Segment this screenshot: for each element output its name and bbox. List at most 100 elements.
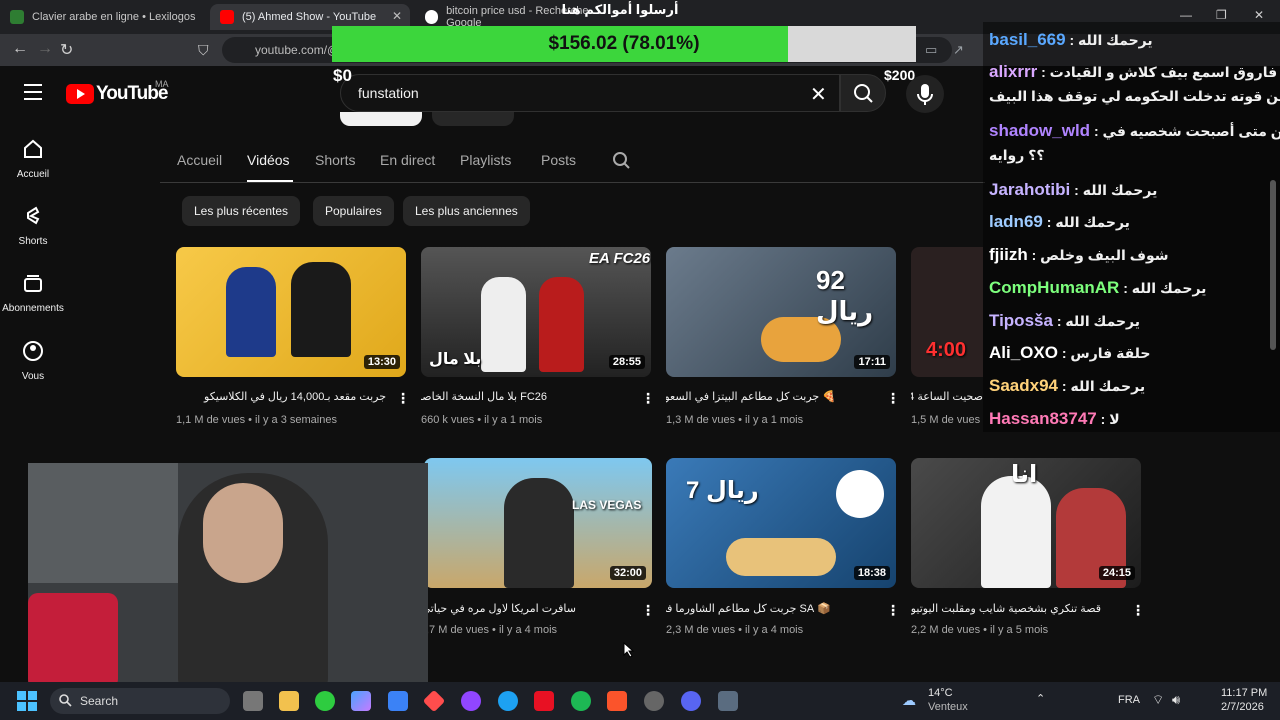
- more-options-icon[interactable]: ⋮: [886, 602, 900, 619]
- subscribe-button-edge[interactable]: [340, 112, 422, 126]
- nav-subscriptions[interactable]: Abonnements: [0, 272, 66, 314]
- chat-separator: :: [1090, 123, 1103, 139]
- video-title[interactable]: FC26 بلا مال النسخة الخاصة: [421, 390, 547, 403]
- minimize-icon[interactable]: —: [1180, 8, 1192, 22]
- more-options-icon[interactable]: ⋮: [641, 602, 655, 619]
- channel-search-icon[interactable]: [611, 150, 633, 172]
- chip-latest[interactable]: Les plus récentes: [182, 196, 301, 226]
- close-window-icon[interactable]: ✕: [1254, 8, 1264, 22]
- wps-icon[interactable]: [534, 691, 554, 711]
- video-thumbnail[interactable]: انا 24:15: [911, 458, 1141, 588]
- forward-icon[interactable]: →: [37, 40, 53, 58]
- video-thumbnail[interactable]: 4:00: [911, 247, 983, 377]
- video-title[interactable]: سافرت امريكا لاول مره في حياتي us: [424, 602, 576, 615]
- discord-icon[interactable]: [681, 691, 701, 711]
- maximize-icon[interactable]: ❐: [1216, 8, 1227, 22]
- youtube-logo[interactable]: YouTube: [66, 83, 168, 105]
- video-thumbnail[interactable]: 92 ريال 17:11: [666, 247, 896, 377]
- nav-label: Shorts: [18, 236, 48, 247]
- video-meta: 1,5 M de vues: [911, 414, 981, 426]
- video-title[interactable]: قصة تنكري بشخصية شايب ومقلبت اليوتيوبرز: [911, 602, 1101, 615]
- language-indicator[interactable]: FRA: [1118, 694, 1140, 706]
- clock-time[interactable]: 11:17 PM: [1221, 687, 1267, 699]
- share-icon[interactable]: ↗: [953, 42, 964, 58]
- chat-message: alixrrr : اسمع فاروق اسمع بيف كلاش و الق…: [989, 62, 1280, 82]
- obs-icon[interactable]: [644, 691, 664, 711]
- mama-noura-logo: [836, 470, 884, 518]
- chat-separator: :: [1070, 182, 1083, 198]
- chat-separator: :: [1037, 64, 1050, 80]
- video-thumbnail[interactable]: 13:30: [176, 247, 406, 377]
- tab-playlists[interactable]: Playlists: [460, 152, 511, 168]
- video-thumbnail[interactable]: EA FC26 بلا مال 28:55: [421, 247, 651, 377]
- weather-temp[interactable]: 14°C: [928, 687, 953, 699]
- video-thumbnail[interactable]: LAS VEGAS 32:00: [424, 458, 652, 588]
- green-app-icon[interactable]: [315, 691, 335, 711]
- spotify-icon[interactable]: [571, 691, 591, 711]
- search-button[interactable]: [840, 74, 886, 112]
- video-meta: ,7 M de vues • il y a 4 mois: [426, 624, 558, 636]
- nav-you[interactable]: Vous: [0, 340, 66, 382]
- tab-posts[interactable]: Posts: [541, 152, 576, 168]
- clock-date[interactable]: 2/7/2026: [1221, 701, 1264, 713]
- back-icon[interactable]: ←: [12, 40, 28, 58]
- cast-icon[interactable]: ▭: [925, 42, 937, 58]
- copilot-icon[interactable]: [351, 691, 371, 711]
- nav-shorts[interactable]: Shorts: [0, 205, 66, 247]
- more-options-icon[interactable]: ⋮: [1131, 602, 1145, 619]
- video-title[interactable]: 🍕 جربت كل مطاعم البيتزا في السعودية: [666, 390, 836, 403]
- edge-icon[interactable]: [498, 691, 518, 711]
- nav-home[interactable]: Accueil: [0, 138, 66, 180]
- join-button-edge[interactable]: [432, 112, 514, 126]
- video-title[interactable]: 📦 SA جربت كل مطاعم الشاورما في السعودية: [666, 602, 831, 615]
- taskbar-search[interactable]: Search: [50, 688, 230, 714]
- video-title[interactable]: صحيت الساعة 4 الفجر لمدة 30 يوم: [911, 390, 983, 403]
- page-scrollbar[interactable]: [1270, 180, 1276, 350]
- twitch-icon[interactable]: [461, 691, 481, 711]
- wifi-icon[interactable]: ⌔: [1152, 692, 1164, 708]
- calculator-icon[interactable]: [718, 691, 738, 711]
- chat-message: Hassan83747 : لا: [989, 409, 1120, 429]
- video-title[interactable]: جربت مقعد بـ14,000 ريال في الكلاسيكو: [176, 390, 386, 403]
- more-options-icon[interactable]: ⋮: [396, 390, 410, 407]
- chat-text: يرحمك الله: [1082, 182, 1158, 198]
- chat-separator: :: [1027, 247, 1041, 263]
- tab-shorts[interactable]: Shorts: [315, 152, 355, 168]
- bookmark-icon[interactable]: ⛉: [198, 42, 209, 59]
- chat-message: Tiposša : يرحمك الله: [989, 311, 1140, 331]
- more-options-icon[interactable]: ⋮: [641, 390, 655, 407]
- tray-expand-icon[interactable]: ⌃: [1036, 692, 1045, 705]
- tab-home[interactable]: Accueil: [177, 152, 222, 168]
- store-icon[interactable]: [388, 691, 408, 711]
- hamburger-menu-icon[interactable]: [24, 84, 42, 100]
- thumbnail-caption: LAS VEGAS: [572, 498, 642, 512]
- windows-start-icon[interactable]: [16, 690, 38, 712]
- close-tab-icon[interactable]: ✕: [392, 9, 402, 23]
- volume-icon[interactable]: 🔊︎: [1172, 692, 1180, 708]
- clear-search-icon[interactable]: ✕: [810, 82, 827, 107]
- chat-separator: :: [1096, 411, 1110, 427]
- file-explorer-icon[interactable]: [279, 691, 299, 711]
- more-options-icon[interactable]: ⋮: [886, 390, 900, 407]
- chat-message: CompHumanAR : يرحمك الله: [989, 278, 1206, 298]
- video-thumbnail[interactable]: 7 ريال 18:38: [666, 458, 896, 588]
- chat-text: من متى أصبحت شخصيه في: [1102, 123, 1280, 139]
- nav-label: Abonnements: [2, 303, 64, 314]
- chip-popular[interactable]: Populaires: [313, 196, 394, 226]
- thumbnail-person-figure: [481, 277, 526, 372]
- tab-videos[interactable]: Vidéos: [247, 152, 290, 168]
- chat-username: fjiizh: [989, 245, 1028, 264]
- chat-separator: :: [1058, 378, 1071, 394]
- tab-lexilogos[interactable]: Clavier arabe en ligne • Lexilogos: [0, 4, 205, 30]
- tab-live[interactable]: En direct: [380, 152, 435, 168]
- reload-icon[interactable]: ↻: [60, 40, 73, 60]
- chat-message: ؟؟ روايه: [989, 147, 1044, 164]
- video-meta: 2,2 M de vues • il y a 5 mois: [911, 624, 1049, 636]
- chip-oldest[interactable]: Les plus anciennes: [403, 196, 530, 226]
- chat-username: shadow_wld: [989, 121, 1091, 140]
- brave-icon[interactable]: [607, 691, 627, 711]
- chat-separator: :: [1057, 345, 1071, 361]
- video-duration: 17:11: [854, 355, 890, 369]
- streamer-webcam: [28, 463, 428, 689]
- task-view-icon[interactable]: [243, 691, 263, 711]
